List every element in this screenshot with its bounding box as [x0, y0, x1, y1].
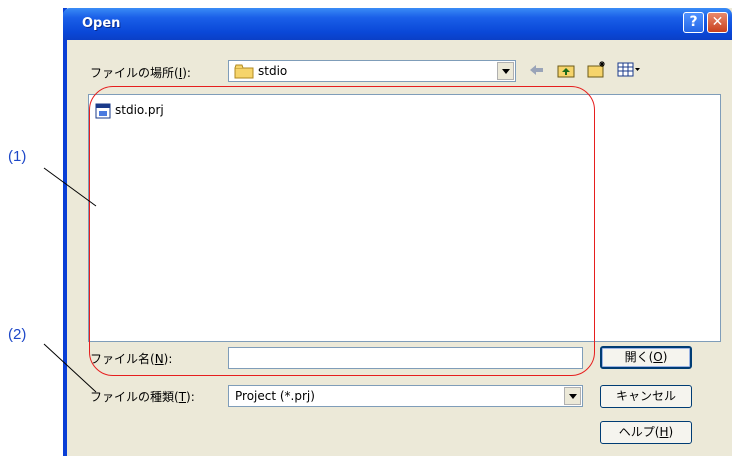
callout-label-1: (1)	[8, 148, 27, 165]
annotation-leader-lines	[43, 167, 97, 393]
callout1-leader-line	[43, 167, 97, 207]
callout2-leader-line	[43, 343, 97, 393]
callout-label-2: (2)	[8, 326, 27, 343]
